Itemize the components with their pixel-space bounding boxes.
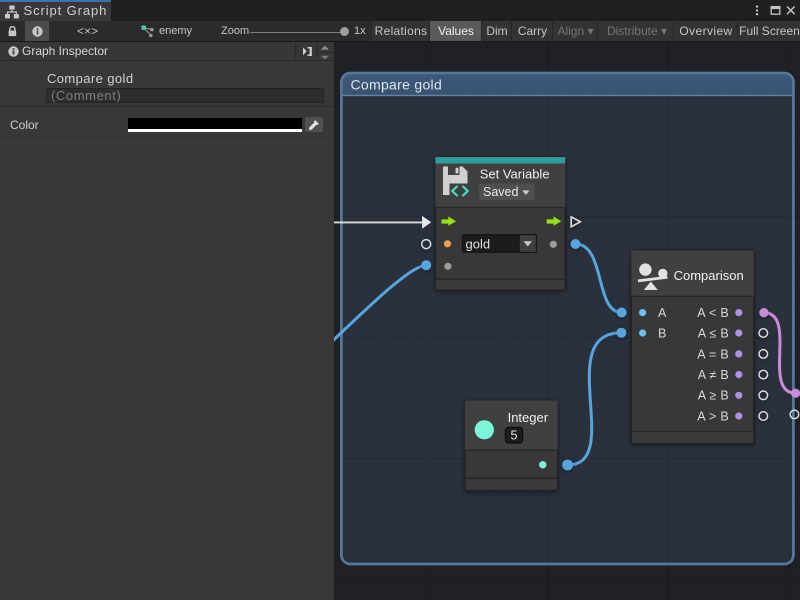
svg-text:Integer: Integer [508, 410, 549, 425]
svg-text:Comparison: Comparison [674, 268, 744, 283]
svg-text:Saved: Saved [483, 185, 518, 199]
svg-text:Compare gold: Compare gold [351, 77, 443, 93]
svg-text:A < B: A < B [697, 306, 729, 320]
svg-text:A ≤ B: A ≤ B [698, 326, 729, 340]
svg-text:A > B: A > B [697, 409, 729, 423]
svg-text:5: 5 [511, 429, 518, 443]
svg-text:A ≠ B: A ≠ B [698, 368, 729, 382]
svg-text:A: A [658, 306, 667, 320]
svg-text:A ≥ B: A ≥ B [698, 389, 729, 403]
svg-text:gold: gold [466, 237, 491, 252]
svg-text:B: B [658, 326, 666, 340]
svg-text:Set Variable: Set Variable [480, 167, 550, 182]
svg-text:A = B: A = B [697, 347, 729, 361]
